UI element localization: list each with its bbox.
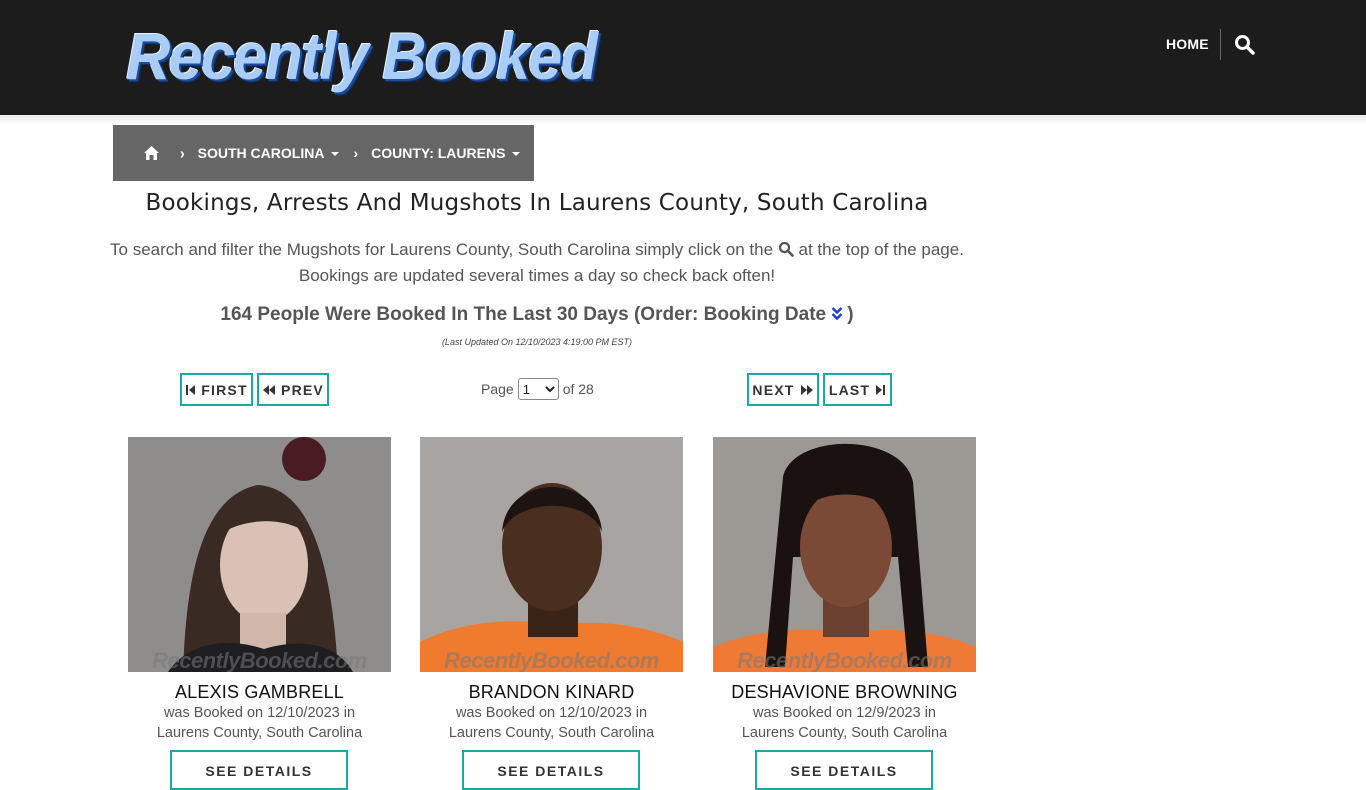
- inmate-name[interactable]: ALEXIS GAMBRELL: [128, 682, 391, 703]
- watermark: RecentlyBooked.com: [444, 648, 659, 672]
- watermark: RecentlyBooked.com: [152, 648, 367, 672]
- see-details-button[interactable]: SEE DETAILS: [755, 750, 933, 790]
- last-updated: (Last Updated On 12/10/2023 4:19:00 PM E…: [441, 337, 633, 347]
- booking-date: was Booked on 12/9/2023 in: [753, 705, 936, 721]
- page-selector: Page 1 of 28: [481, 377, 594, 401]
- description-text: To search and filter the Mugshots for La…: [110, 240, 774, 259]
- booking-date: was Booked on 12/10/2023 in: [163, 705, 356, 721]
- page-select[interactable]: 1: [517, 378, 559, 400]
- caret-down-icon: [331, 152, 340, 157]
- booking-location: Laurens County, South Carolina: [156, 725, 363, 741]
- inmate-name[interactable]: DESHAVIONE BROWNING: [713, 682, 976, 703]
- prev-label: PREV: [281, 381, 324, 398]
- first-page-button[interactable]: FIRST: [180, 373, 253, 406]
- nav-home-link[interactable]: HOME: [1166, 36, 1209, 52]
- site-header: Recently Booked HOME: [0, 0, 1366, 115]
- forward-icon: [800, 384, 813, 395]
- chevron-right-icon: ›: [180, 144, 185, 162]
- booking-card[interactable]: RecentlyBooked.com BRANDON KINARD was Bo…: [420, 437, 683, 743]
- breadcrumb-county[interactable]: COUNTY: LAURENS: [371, 145, 521, 161]
- site-logo[interactable]: Recently Booked: [126, 18, 598, 94]
- last-label: LAST: [828, 381, 871, 398]
- booking-card[interactable]: RecentlyBooked.com DESHAVIONE BROWNING w…: [713, 437, 976, 743]
- mugshot-photo[interactable]: RecentlyBooked.com: [420, 437, 683, 672]
- watermark: RecentlyBooked.com: [737, 648, 952, 672]
- chevron-right-icon: ›: [353, 145, 359, 161]
- booking-date: was Booked on 12/10/2023 in: [455, 705, 648, 721]
- see-details-button[interactable]: SEE DETAILS: [462, 750, 640, 790]
- header-shadow: [0, 115, 1366, 125]
- mugshot-photo[interactable]: RecentlyBooked.com: [128, 437, 391, 672]
- breadcrumb: › SOUTH CAROLINA › COUNTY: LAURENS: [113, 125, 534, 181]
- next-label: NEXT: [752, 381, 795, 398]
- page-description: To search and filter the Mugshots for La…: [100, 237, 974, 289]
- booking-location: Laurens County, South Carolina: [741, 725, 948, 741]
- booking-count-close: ): [847, 304, 854, 325]
- backward-icon: [263, 384, 276, 395]
- booking-count: 164 People Were Booked In The Last 30 Da…: [100, 304, 974, 326]
- double-chevron-down-icon[interactable]: [831, 307, 847, 323]
- description-text: at the top of the page.: [798, 240, 964, 259]
- last-page-button[interactable]: LAST: [823, 373, 892, 406]
- home-icon[interactable]: [143, 145, 160, 161]
- page-total: of 28: [562, 381, 594, 397]
- prev-page-button[interactable]: PREV: [257, 373, 329, 406]
- nav-divider: [1220, 29, 1221, 60]
- page-title: Bookings, Arrests And Mugshots In Lauren…: [145, 190, 929, 216]
- booking-card[interactable]: RecentlyBooked.com ALEXIS GAMBRELL was B…: [128, 437, 391, 743]
- last-page-icon: [876, 384, 886, 395]
- breadcrumb-state[interactable]: SOUTH CAROLINA: [198, 145, 340, 161]
- see-details-button[interactable]: SEE DETAILS: [170, 750, 348, 790]
- search-icon: [778, 239, 794, 257]
- mugshot-photo[interactable]: RecentlyBooked.com: [713, 437, 976, 672]
- booking-count-text: 164 People Were Booked In The Last 30 Da…: [220, 304, 827, 325]
- inmate-name[interactable]: BRANDON KINARD: [420, 682, 683, 703]
- first-label: FIRST: [201, 381, 248, 398]
- search-icon[interactable]: [1234, 34, 1256, 56]
- caret-down-icon: [512, 152, 521, 157]
- booking-location: Laurens County, South Carolina: [448, 725, 655, 741]
- description-note: Bookings are updated several times a day…: [298, 266, 776, 285]
- next-page-button[interactable]: NEXT: [747, 373, 819, 406]
- first-page-icon: [186, 384, 196, 395]
- page-label: Page: [481, 381, 514, 397]
